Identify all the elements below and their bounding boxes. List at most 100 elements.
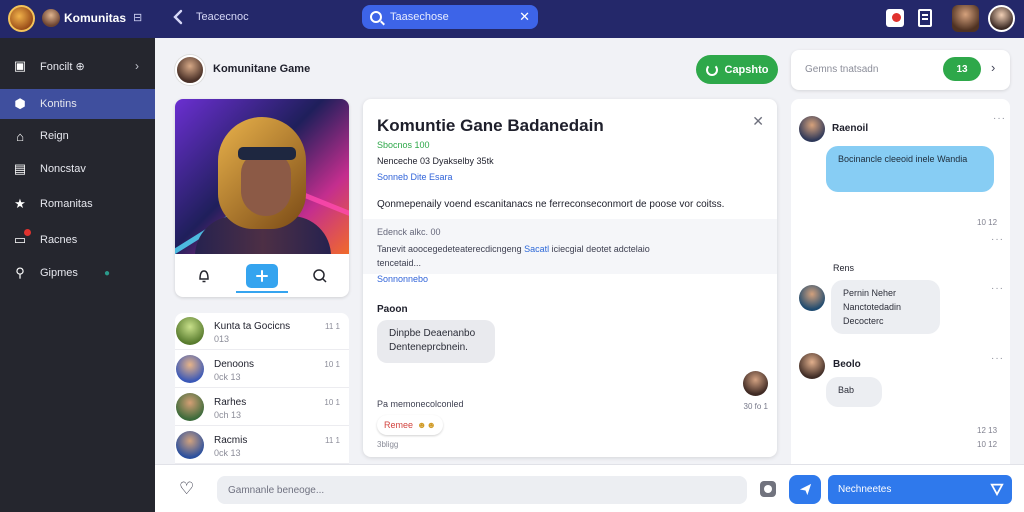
avatar[interactable]	[799, 285, 825, 311]
chat-search-button[interactable]: 13	[943, 57, 981, 81]
community-avatar[interactable]	[8, 5, 35, 32]
sidebar-item-kontins[interactable]: ⬢ Kontins	[0, 89, 155, 119]
reaction-pill[interactable]: Remee ☻☻	[377, 415, 443, 435]
list-item[interactable]: Denoons 0ck 13 10 1	[175, 351, 349, 388]
list-item[interactable]: Racmis 0ck 13 11 1	[175, 427, 349, 464]
hexagon-icon: ⬢	[14, 96, 26, 111]
refresh-icon	[705, 63, 718, 76]
notification-badge	[24, 229, 31, 236]
profile-avatar[interactable]	[988, 5, 1015, 32]
art-hero-visor	[238, 147, 296, 160]
list-item[interactable]: Kunta ta Gocicns 013 11 1	[175, 313, 349, 350]
sidebar-item-foncilt[interactable]: ▣ Foncilt ⊕ ›	[0, 51, 155, 81]
list-item[interactable]: Rarhes 0ch 13 10 1	[175, 389, 349, 426]
chat-divider-label: Rens	[833, 263, 855, 273]
home-icon: ⌂	[16, 128, 24, 144]
record-icon[interactable]	[886, 9, 904, 27]
detail-sub-heading: Edenck alkc. 00	[377, 227, 441, 237]
reaction-label: Remee	[384, 420, 414, 430]
user-avatar-mini[interactable]	[42, 9, 60, 27]
member-time: 10 1	[324, 398, 340, 407]
avatar	[176, 317, 204, 345]
avatar	[176, 355, 204, 383]
sidebar-item-reign[interactable]: ⌂ Reign	[0, 121, 155, 151]
send-icon	[990, 482, 1004, 499]
more-icon[interactable]: ···	[991, 283, 1004, 294]
sub-text-part: Tanevit aoocegedeteaterecdicngeng	[377, 244, 522, 254]
camera-icon[interactable]	[760, 481, 776, 497]
bookmark-icon: ▣	[13, 58, 27, 73]
search-icon[interactable]	[304, 264, 336, 288]
more-icon[interactable]: ···	[993, 113, 1006, 124]
friend-avatar[interactable]	[952, 5, 979, 32]
member-meta: 013	[214, 334, 230, 344]
star-icon: ★	[14, 196, 26, 211]
sidebar-item-label: Noncstav	[40, 163, 86, 175]
avatar[interactable]	[799, 116, 825, 142]
member-time: 11 1	[325, 436, 340, 445]
member-meta: 0ck 13	[214, 448, 241, 458]
document-icon: ▤	[13, 161, 27, 176]
search-bar[interactable]: ✕	[362, 5, 538, 29]
comment-author: Paoon	[377, 304, 408, 315]
close-icon[interactable]: ✕	[752, 113, 764, 130]
sidebar-item-gipmes[interactable]: ⚲ Gipmes ●	[0, 258, 155, 288]
mic-icon: ●	[104, 267, 111, 279]
more-icon[interactable]: ···	[991, 234, 1004, 245]
detail-sub-text: Tanevit aoocegedeteaterecdicngeng Sacatl…	[377, 244, 650, 254]
chat-search-input[interactable]	[805, 64, 925, 75]
tab-title[interactable]: Teacecnoc	[196, 11, 249, 23]
plane-icon[interactable]	[789, 475, 821, 504]
avatar	[176, 393, 204, 421]
chat-bubble: Bocinancle cleeoid inele Wandia	[826, 146, 994, 192]
send-button[interactable]: Nechneetes	[828, 475, 1012, 504]
sidebar: ▣ Foncilt ⊕ › ⬢ Kontins ⌂ Reign ▤ Noncst…	[0, 38, 155, 512]
document-icon[interactable]	[918, 9, 932, 27]
avatar[interactable]	[799, 353, 825, 379]
chat-time: 10 12	[977, 440, 998, 449]
member-name: Denoons	[214, 359, 255, 370]
sidebar-item-racnes[interactable]: ▭ Racnes	[0, 225, 155, 255]
back-icon[interactable]	[170, 9, 186, 25]
member-name: Rarhes	[214, 397, 247, 408]
detail-sub-link[interactable]: Sonnonnebo	[377, 274, 428, 284]
game-cover-image[interactable]	[175, 99, 349, 254]
comment-time: 30 fo 1	[743, 402, 768, 411]
sub-text-part: iciecgial deotet adctelaio	[551, 244, 650, 254]
status-badge: Sbocnos 100	[377, 140, 430, 150]
sidebar-item-label: Racnes	[40, 234, 78, 246]
avatar[interactable]	[743, 371, 768, 396]
search-input[interactable]	[390, 11, 518, 23]
chat-panel: Raenoil ··· Bocinancle cleeoid inele Wan…	[791, 99, 1010, 465]
send-button-label: Nechneetes	[838, 484, 892, 495]
search-icon: ⚲	[15, 265, 25, 280]
sidebar-item-label: Foncilt ⊕	[40, 60, 85, 73]
add-icon[interactable]	[246, 263, 278, 288]
top-bar: Komunitas ⊟ Teacecnoc ✕	[0, 0, 1024, 38]
sidebar-item-label: Romanitas	[40, 198, 93, 210]
chat-sender: Beolo	[833, 359, 861, 370]
member-time: 11 1	[325, 322, 340, 331]
close-icon[interactable]: ✕	[519, 9, 530, 25]
chevron-right-icon: ›	[135, 59, 139, 73]
more-icon[interactable]: ···	[991, 353, 1004, 364]
member-meta: 0ch 13	[214, 410, 242, 420]
heart-icon[interactable]: ♡	[179, 480, 197, 498]
invite-button[interactable]: Capshto	[696, 55, 778, 84]
chat-sender: Raenoil	[832, 123, 869, 134]
sidebar-item-noncstav[interactable]: ▤ Noncstav	[0, 154, 155, 184]
bell-icon[interactable]	[188, 264, 220, 288]
reaction-count: 3bligg	[377, 440, 399, 449]
sidebar-item-romanitas[interactable]: ★ Romanitas	[0, 189, 155, 219]
member-name: Kunta ta Gocicns	[214, 321, 291, 332]
community-header-avatar[interactable]	[175, 55, 205, 85]
chevron-right-icon[interactable]: ›	[991, 60, 995, 75]
message-composer: ♡ Nechneetes	[155, 464, 1024, 512]
layout-icon[interactable]: ⊟	[133, 11, 142, 24]
message-input[interactable]	[217, 476, 747, 504]
sub-text-highlight[interactable]: Sacatl	[524, 244, 549, 254]
invite-button-label: Capshto	[724, 63, 769, 76]
community-detail-panel: ✕ Komuntie Gane Badanedain Sbocnos 100 N…	[363, 99, 777, 457]
detail-link[interactable]: Sonneb Dite Esara	[377, 172, 453, 182]
avatar	[176, 431, 204, 459]
